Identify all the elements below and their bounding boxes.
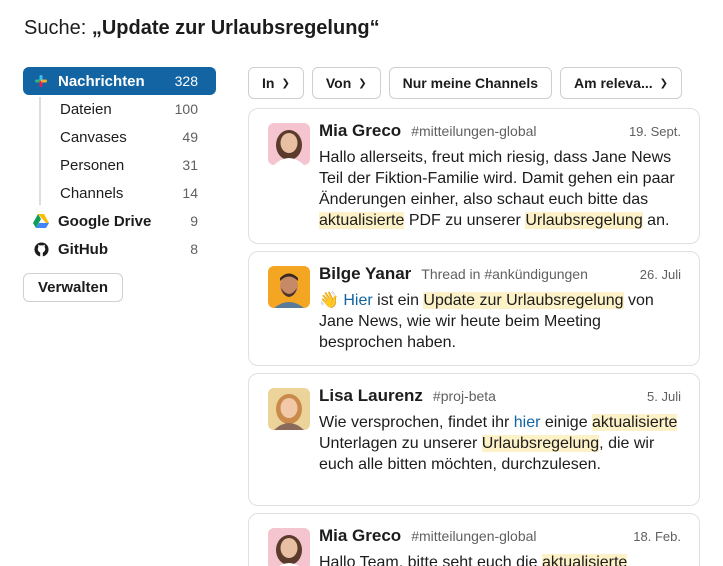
- message-link[interactable]: hier: [514, 414, 541, 431]
- highlight-term: Urlaubsregelung: [525, 212, 643, 229]
- message-date: 26. Juli: [639, 267, 681, 282]
- sidebar-item-label: Channels: [60, 184, 124, 202]
- sidebar-item-count: 9: [190, 213, 198, 229]
- chevron-down-icon: ❯: [281, 77, 290, 89]
- search-prefix: Suche:: [24, 17, 87, 39]
- author-name[interactable]: Mia Greco: [319, 121, 401, 141]
- channel-name[interactable]: #mitteilungen-global: [411, 528, 536, 544]
- sidebar-item-canvases[interactable]: Canvases 49: [39, 123, 216, 151]
- filter-label: Am releva...: [574, 75, 653, 91]
- sidebar-item-nachrichten[interactable]: Nachrichten 328: [23, 67, 216, 95]
- sidebar-sublist: Dateien 100 Canvases 49 Personen 31 Chan…: [39, 95, 216, 207]
- highlight-term: aktualisierte: [319, 212, 405, 229]
- search-title: Suche: „Update zur Urlaubsregelung“: [24, 17, 380, 40]
- avatar[interactable]: [268, 388, 310, 430]
- message-link[interactable]: Hier: [343, 292, 372, 309]
- slack-logo-icon: [32, 72, 50, 90]
- sidebar-item-count: 31: [182, 157, 198, 173]
- result-header: Mia Greco #mitteilungen-global 18. Feb.: [319, 526, 681, 546]
- result-card[interactable]: Bilge Yanar Thread in #ankündigungen 26.…: [248, 251, 700, 366]
- sort-dropdown[interactable]: Am releva... ❯: [560, 67, 683, 99]
- author-name[interactable]: Bilge Yanar: [319, 264, 411, 284]
- sidebar-item-count: 49: [182, 129, 198, 145]
- avatar[interactable]: [268, 266, 310, 308]
- message-date: 19. Sept.: [628, 124, 681, 139]
- sidebar-item-count: 328: [174, 73, 198, 89]
- sidebar-item-label: Google Drive: [58, 212, 152, 230]
- highlight-term: aktualisierte: [592, 414, 678, 431]
- message-date: 18. Feb.: [633, 529, 681, 544]
- message-text: Hallo allerseits, freut mich riesig, das…: [319, 147, 683, 231]
- message-date: 5. Juli: [647, 389, 681, 404]
- text-segment: Hallo allerseits, freut mich riesig, das…: [319, 149, 675, 208]
- search-query: „Update zur Urlaubsregelung“: [91, 17, 380, 39]
- result-card[interactable]: Mia Greco #mitteilungen-global 19. Sept.…: [248, 108, 700, 244]
- text-segment: Hallo Team, bitte seht euch die: [319, 554, 542, 566]
- highlight-term: Urlaubsregelung: [481, 435, 600, 452]
- sidebar-item-count: 8: [190, 241, 198, 257]
- author-name[interactable]: Mia Greco: [319, 526, 401, 546]
- manage-button[interactable]: Verwalten: [23, 273, 124, 302]
- google-drive-icon: [32, 212, 50, 230]
- sidebar-item-google-drive[interactable]: Google Drive 9: [23, 207, 216, 235]
- thread-channel-name[interactable]: Thread in #ankündigungen: [421, 266, 588, 282]
- text-segment: PDF zu unserer: [404, 212, 526, 229]
- sidebar-item-count: 100: [174, 101, 198, 117]
- avatar[interactable]: [268, 123, 310, 165]
- author-name[interactable]: Lisa Laurenz: [319, 386, 423, 406]
- sidebar-item-personen[interactable]: Personen 31: [39, 151, 216, 179]
- sidebar-item-github[interactable]: GitHub 8: [23, 235, 216, 263]
- chevron-down-icon: ❯: [659, 77, 669, 89]
- sidebar-item-dateien[interactable]: Dateien 100: [39, 95, 216, 123]
- sidebar-item-label: Canvases: [60, 128, 127, 146]
- sidebar-item-channels[interactable]: Channels 14: [39, 179, 216, 207]
- filter-label: In: [262, 75, 275, 91]
- channel-name[interactable]: #mitteilungen-global: [411, 123, 536, 139]
- result-header: Bilge Yanar Thread in #ankündigungen 26.…: [319, 264, 681, 284]
- github-icon: [32, 240, 50, 258]
- message-text: Wie versprochen, findet ihr hier einige …: [319, 412, 683, 475]
- chevron-down-icon: ❯: [358, 77, 367, 89]
- result-header: Lisa Laurenz #proj-beta 5. Juli: [319, 386, 681, 406]
- highlight-term: Update zur Urlaubsregelung: [423, 292, 624, 309]
- highlight-term: aktualisierte: [541, 554, 628, 566]
- waving-hand-emoji: 👋: [319, 292, 339, 309]
- sidebar-item-count: 14: [182, 185, 198, 201]
- text-segment: einige: [540, 414, 593, 431]
- sidebar: Nachrichten 328 Dateien 100 Canvases 49 …: [23, 67, 216, 302]
- filter-bar: In ❯ Von ❯ Nur meine Channels Am releva.…: [248, 67, 683, 99]
- filter-label: Von: [325, 75, 352, 91]
- text-segment: an.: [642, 212, 670, 229]
- text-segment: Wie versprochen, findet ihr: [319, 414, 514, 431]
- filter-von-dropdown[interactable]: Von ❯: [311, 67, 381, 99]
- text-segment: ist ein: [372, 292, 424, 309]
- channel-name[interactable]: #proj-beta: [433, 388, 496, 404]
- message-text: 👋 Hier ist ein Update zur Urlaubsregelun…: [319, 290, 683, 353]
- sidebar-item-label: GitHub: [58, 240, 108, 258]
- filter-my-channels-button[interactable]: Nur meine Channels: [388, 67, 553, 99]
- sidebar-item-label: Nachrichten: [58, 72, 145, 90]
- avatar[interactable]: [268, 528, 310, 566]
- message-text: Hallo Team, bitte seht euch die aktualis…: [319, 552, 683, 566]
- sidebar-item-label: Personen: [60, 156, 125, 174]
- filter-in-dropdown[interactable]: In ❯: [248, 67, 304, 99]
- text-segment: Unterlagen zu unserer: [319, 435, 482, 452]
- result-header: Mia Greco #mitteilungen-global 19. Sept.: [319, 121, 681, 141]
- result-card[interactable]: Mia Greco #mitteilungen-global 18. Feb. …: [248, 513, 700, 566]
- filter-label: Nur meine Channels: [402, 75, 539, 91]
- result-card[interactable]: Lisa Laurenz #proj-beta 5. Juli Wie vers…: [248, 373, 700, 506]
- sidebar-item-label: Dateien: [60, 100, 112, 118]
